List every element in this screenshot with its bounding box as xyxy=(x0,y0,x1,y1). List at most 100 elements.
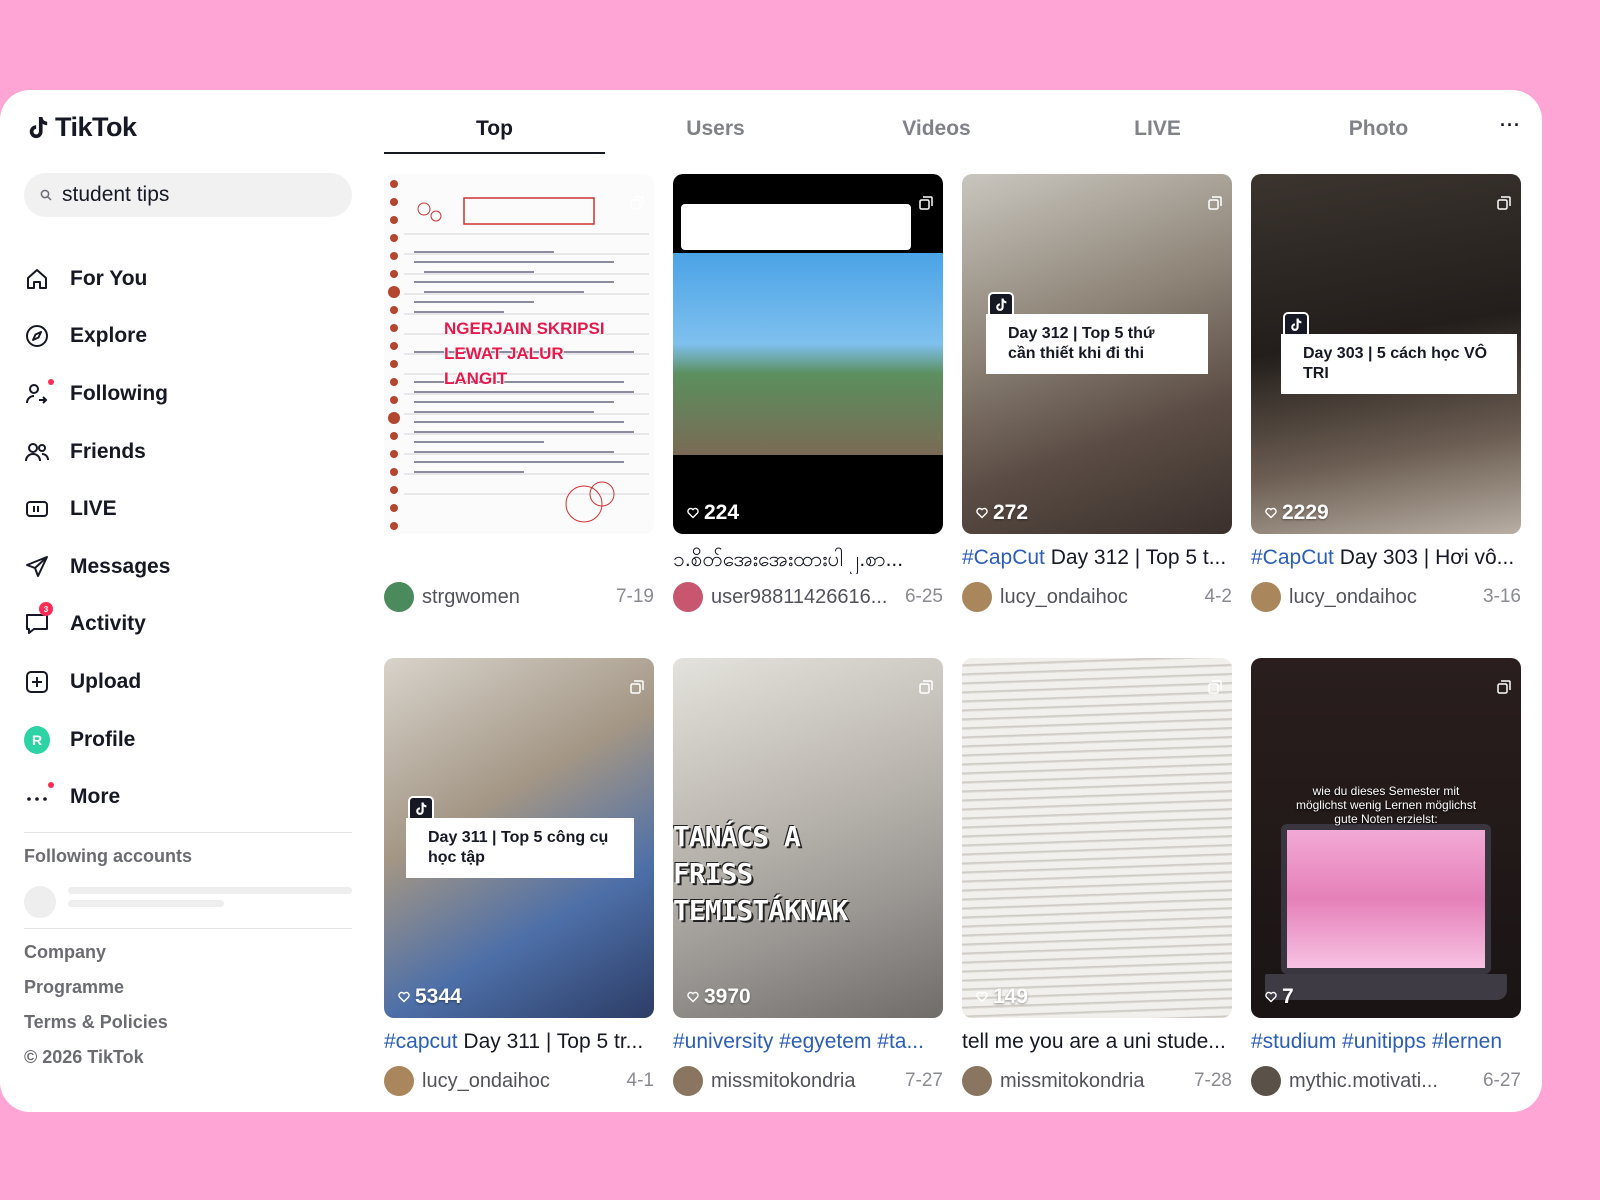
multi-image-icon xyxy=(1497,196,1511,210)
multi-image-icon xyxy=(1497,680,1511,694)
footer-terms-link[interactable]: Terms & Policies xyxy=(24,1012,168,1033)
avatar[interactable] xyxy=(384,1066,414,1096)
nav-label: Profile xyxy=(70,727,136,751)
nav-label: LIVE xyxy=(70,497,117,521)
video-thumbnail[interactable]: 149 xyxy=(962,658,1232,1018)
username[interactable]: strgwomen xyxy=(422,586,608,609)
video-meta: strgwomen 7-19 xyxy=(384,582,654,612)
video-caption[interactable]: #capcut Day 311 | Top 5 tr... xyxy=(384,1030,654,1058)
video-card[interactable]: Day 312 | Top 5 thứ cần thiết khi đi thi… xyxy=(962,174,1232,612)
nav-label: Explore xyxy=(70,324,148,348)
username[interactable]: missmitokondria xyxy=(711,1070,897,1093)
laptop-screen-image xyxy=(1281,824,1491,974)
video-caption[interactable]: #university #egyetem #ta... xyxy=(673,1030,943,1058)
search-bar[interactable] xyxy=(24,173,352,217)
caption-text: ၁.စိတ်အေးအေးထားပါ ၂.စာ... xyxy=(673,548,904,571)
tab-videos[interactable]: Videos xyxy=(826,104,1047,154)
upload-icon xyxy=(24,669,50,695)
video-card[interactable]: TANÁCS A FRISS TEMISTÁKNAK 3970 #univers… xyxy=(673,658,943,1096)
nav-more[interactable]: More xyxy=(24,768,354,826)
footer-programme-link[interactable]: Programme xyxy=(24,977,124,998)
friends-icon xyxy=(24,439,50,465)
footer-copyright: © 2026 TikTok xyxy=(24,1047,144,1067)
username[interactable]: missmitokondria xyxy=(1000,1070,1186,1093)
video-card[interactable]: wie du dieses Semester mit möglichst wen… xyxy=(1251,658,1521,1096)
tiktok-logo[interactable]: TikTok xyxy=(27,112,137,143)
notification-dot xyxy=(48,378,54,385)
video-caption[interactable]: tell me you are a uni stude... xyxy=(962,1030,1232,1058)
video-caption[interactable] xyxy=(384,546,654,574)
like-count-value: 3970 xyxy=(704,985,751,1008)
live-icon xyxy=(24,496,50,522)
overlay-text: TANÁCS A FRISS TEMISTÁKNAK xyxy=(673,820,848,927)
nav-friends[interactable]: Friends xyxy=(24,423,354,481)
nav-following[interactable]: Following xyxy=(24,365,354,423)
video-caption[interactable]: #CapCut Day 303 | Hơi vô... xyxy=(1251,546,1521,574)
video-thumbnail[interactable]: TANÁCS A FRISS TEMISTÁKNAK 3970 xyxy=(673,658,943,1018)
nav-activity[interactable]: 3 Activity xyxy=(24,596,354,654)
avatar[interactable] xyxy=(962,1066,992,1096)
search-input[interactable] xyxy=(62,183,322,207)
tab-live[interactable]: LIVE xyxy=(1047,104,1268,154)
nav-label: Upload xyxy=(70,669,142,693)
tab-top[interactable]: Top xyxy=(384,104,605,154)
video-thumbnail[interactable]: 224 xyxy=(673,174,943,534)
post-date: 7-28 xyxy=(1193,1070,1232,1091)
video-thumbnail[interactable]: Day 311 | Top 5 công cụ học tập 5344 xyxy=(384,658,654,1018)
username[interactable]: mythic.motivati... xyxy=(1289,1070,1475,1093)
send-icon xyxy=(24,554,50,580)
tabs-more-icon[interactable]: ··· xyxy=(1500,115,1521,136)
avatar[interactable] xyxy=(673,1066,703,1096)
video-caption[interactable]: #CapCut Day 312 | Top 5 t... xyxy=(962,546,1232,574)
username[interactable]: lucy_ondaihoc xyxy=(1289,586,1475,609)
heart-icon xyxy=(1265,991,1277,1003)
video-caption[interactable]: #studium #unitipps #lernen xyxy=(1251,1030,1521,1058)
like-count-value: 2229 xyxy=(1282,501,1329,524)
like-count: 3970 xyxy=(687,985,751,1009)
following-accounts-title: Following accounts xyxy=(24,846,193,866)
avatar[interactable] xyxy=(673,582,703,612)
footer-company-link[interactable]: Company xyxy=(24,942,106,963)
caption-hashtag[interactable]: #CapCut xyxy=(962,546,1045,569)
avatar[interactable] xyxy=(1251,1066,1281,1096)
nav-profile[interactable]: R Profile xyxy=(24,711,354,769)
video-card[interactable]: 224 ၁.စိတ်အေးအေးထားပါ ၂.စာ... user988114… xyxy=(673,174,943,612)
nav-explore[interactable]: Explore xyxy=(24,308,354,366)
compass-icon xyxy=(24,323,50,349)
post-date: 4-2 xyxy=(1204,586,1232,607)
video-meta: lucy_ondaihoc 4-1 xyxy=(384,1066,654,1096)
video-card[interactable]: 149 tell me you are a uni stude... missm… xyxy=(962,658,1232,1096)
campus-photo xyxy=(673,253,943,455)
video-thumbnail[interactable]: wie du dieses Semester mit möglichst wen… xyxy=(1251,658,1521,1018)
caption-hashtag[interactable]: #university #egyetem #ta... xyxy=(673,1030,924,1053)
nav-live[interactable]: LIVE xyxy=(24,480,354,538)
video-thumbnail[interactable]: Day 303 | 5 cách học VÔ TRI 2229 xyxy=(1251,174,1521,534)
video-caption[interactable]: ၁.စိတ်အေးအေးထားပါ ၂.စာ... xyxy=(673,546,943,574)
avatar[interactable] xyxy=(1251,582,1281,612)
caption-hashtag[interactable]: #capcut xyxy=(384,1030,458,1053)
app-window: TikTok For You Explore Following Friends xyxy=(0,90,1542,1112)
nav-messages[interactable]: Messages xyxy=(24,538,354,596)
like-count: 224 xyxy=(687,501,739,525)
avatar[interactable] xyxy=(962,582,992,612)
nav-upload[interactable]: Upload xyxy=(24,653,354,711)
caption-hashtag[interactable]: #CapCut xyxy=(1251,546,1334,569)
video-thumbnail[interactable]: NGERJAIN SKRIPSI LEWAT JALUR LANGIT xyxy=(384,174,654,534)
username[interactable]: lucy_ondaihoc xyxy=(422,1070,619,1093)
caption-sticker xyxy=(681,204,911,250)
tab-users[interactable]: Users xyxy=(605,104,826,154)
video-thumbnail[interactable]: Day 312 | Top 5 thứ cần thiết khi đi thi… xyxy=(962,174,1232,534)
like-count: 272 xyxy=(976,501,1028,525)
video-card[interactable]: Day 311 | Top 5 công cụ học tập 5344 #ca… xyxy=(384,658,654,1096)
caption-hashtag[interactable]: #studium #unitipps #lernen xyxy=(1251,1030,1502,1053)
post-date: 4-1 xyxy=(626,1070,654,1091)
tab-photo[interactable]: Photo xyxy=(1268,104,1489,154)
username[interactable]: user98811426616... xyxy=(711,586,897,609)
nav-label: More xyxy=(70,785,121,809)
video-card[interactable]: Day 303 | 5 cách học VÔ TRI 2229 #CapCut… xyxy=(1251,174,1521,612)
avatar[interactable] xyxy=(384,582,414,612)
video-meta: mythic.motivati... 6-27 xyxy=(1251,1066,1521,1096)
video-card[interactable]: NGERJAIN SKRIPSI LEWAT JALUR LANGIT strg… xyxy=(384,174,654,612)
nav-for-you[interactable]: For You xyxy=(24,250,354,308)
username[interactable]: lucy_ondaihoc xyxy=(1000,586,1197,609)
